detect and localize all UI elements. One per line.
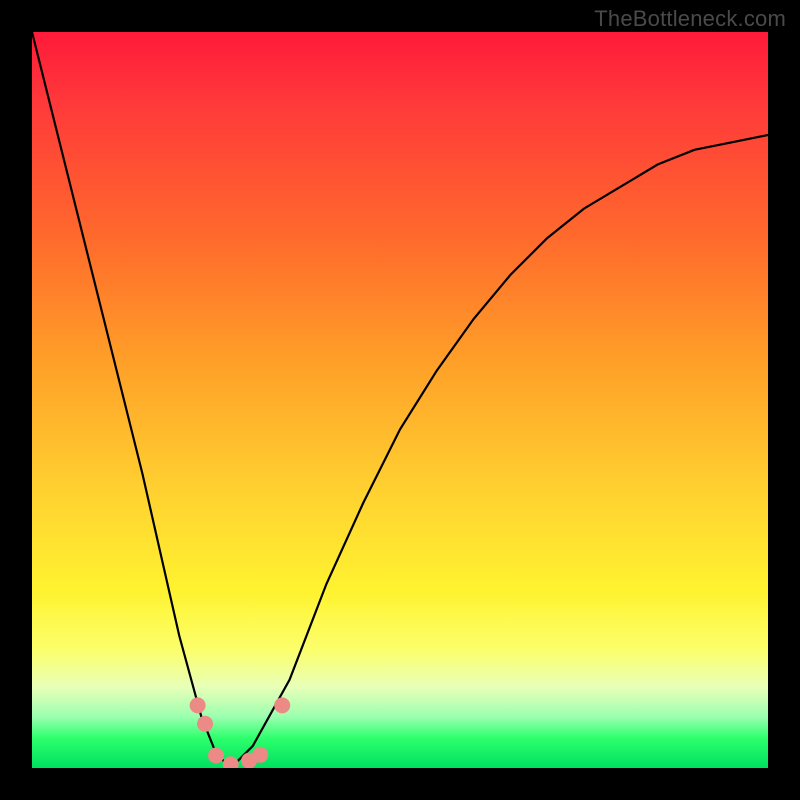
bottleneck-curve (32, 32, 768, 768)
point-bottom-d (252, 747, 268, 763)
point-left-a (190, 697, 206, 713)
chart-frame: TheBottleneck.com (0, 0, 800, 800)
point-bottom-a (208, 748, 224, 764)
point-left-b (197, 716, 213, 732)
watermark-text: TheBottleneck.com (594, 6, 786, 32)
plot-area (32, 32, 768, 768)
point-right-a (274, 697, 290, 713)
chart-svg (32, 32, 768, 768)
point-bottom-b (223, 756, 239, 768)
